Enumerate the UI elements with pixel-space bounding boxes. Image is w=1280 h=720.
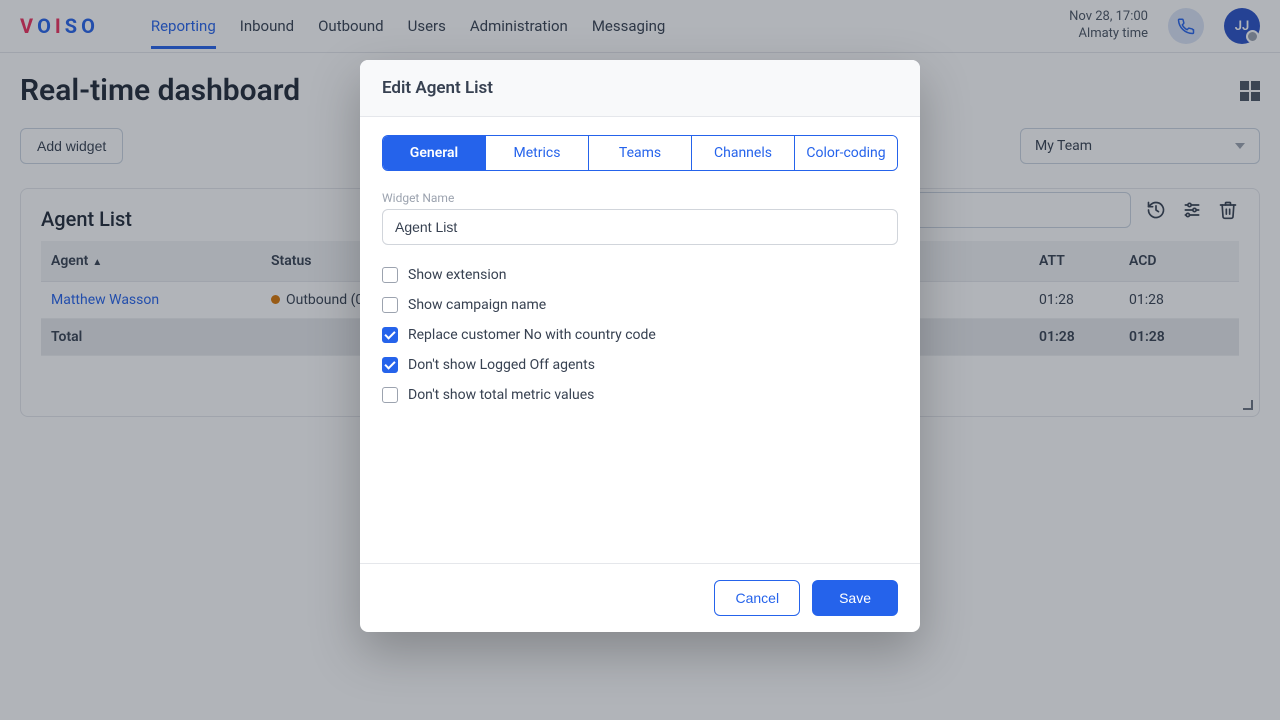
option-row[interactable]: Show extension <box>382 267 898 283</box>
tab-metrics[interactable]: Metrics <box>486 136 589 170</box>
modal-title: Edit Agent List <box>360 60 920 117</box>
option-label: Don't show total metric values <box>408 387 594 403</box>
option-row[interactable]: Don't show total metric values <box>382 387 898 403</box>
option-label: Show campaign name <box>408 297 546 313</box>
checkbox-icon[interactable] <box>382 267 398 283</box>
checkbox-icon[interactable] <box>382 357 398 373</box>
checkbox-icon[interactable] <box>382 297 398 313</box>
widget-name-input[interactable] <box>382 209 898 245</box>
tab-teams[interactable]: Teams <box>589 136 692 170</box>
tab-general[interactable]: General <box>383 136 486 170</box>
option-row[interactable]: Show campaign name <box>382 297 898 313</box>
tab-color-coding[interactable]: Color-coding <box>795 136 897 170</box>
option-row[interactable]: Replace customer No with country code <box>382 327 898 343</box>
checkbox-icon[interactable] <box>382 327 398 343</box>
options-list: Show extension Show campaign name Replace … <box>382 267 898 403</box>
option-label: Don't show Logged Off agents <box>408 357 595 373</box>
option-label: Show extension <box>408 267 506 283</box>
option-label: Replace customer No with country code <box>408 327 656 343</box>
save-button[interactable]: Save <box>812 580 898 616</box>
checkbox-icon[interactable] <box>382 387 398 403</box>
cancel-button[interactable]: Cancel <box>714 580 800 616</box>
option-row[interactable]: Don't show Logged Off agents <box>382 357 898 373</box>
edit-agent-list-modal: Edit Agent List GeneralMetricsTeamsChann… <box>360 60 920 632</box>
modal-tabbar: GeneralMetricsTeamsChannelsColor-coding <box>382 135 898 171</box>
tab-channels[interactable]: Channels <box>692 136 795 170</box>
widget-name-label: Widget Name <box>382 191 898 205</box>
